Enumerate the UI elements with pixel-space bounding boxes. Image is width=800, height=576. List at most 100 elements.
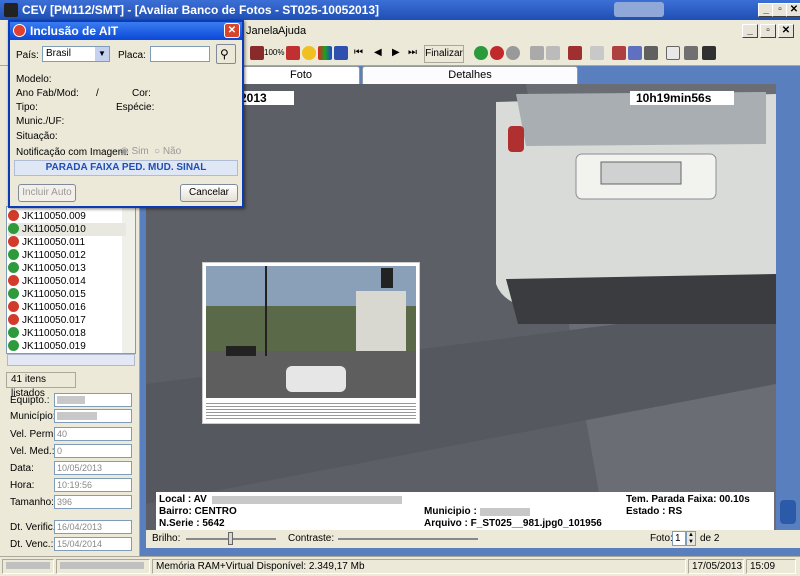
layout-icon[interactable] — [334, 46, 348, 60]
child-close-button[interactable]: ✕ — [778, 24, 794, 38]
velperm-label: Vel. Perm.: — [10, 429, 59, 440]
list-item[interactable]: JK110050.015 — [8, 288, 126, 301]
sum-icon[interactable] — [612, 46, 626, 60]
pais-select[interactable]: Brasil ▼ — [42, 46, 110, 62]
first-photo-icon[interactable]: ⏮ — [354, 47, 363, 58]
reject-status-icon — [8, 301, 19, 312]
print-icon[interactable] — [684, 46, 698, 60]
foto-spinner[interactable]: ▲ ▼ — [686, 531, 696, 546]
child-restore-button[interactable]: ▫ — [760, 24, 776, 38]
status-redacted-1 — [2, 559, 54, 574]
inclusao-ait-dialog: Inclusão de AIT ✕ País: Brasil ▼ Placa: … — [8, 20, 244, 208]
tools-icon[interactable] — [530, 46, 544, 60]
list-item[interactable]: JK110050.011 — [8, 236, 126, 249]
inset-photo — [202, 262, 420, 424]
preview-icon[interactable] — [666, 46, 680, 60]
pending-icon[interactable] — [506, 46, 520, 60]
munic-label: Munic./UF: — [16, 116, 65, 127]
zoom-label[interactable]: 100% — [264, 48, 284, 57]
title-center-widget[interactable] — [614, 2, 664, 17]
monitor-icon[interactable] — [250, 46, 264, 60]
hora-field: 10:19:56 — [54, 478, 132, 492]
info-nserie: N.Serie : 5642 — [159, 518, 225, 529]
tamanho-field: 396 — [54, 495, 132, 509]
list-item[interactable]: JK110050.017 — [8, 314, 126, 327]
filter-icon[interactable] — [286, 46, 300, 60]
incluir-auto-button[interactable]: Incluir Auto — [18, 184, 76, 202]
monitor-red-icon[interactable] — [568, 46, 582, 60]
foto-total: de 2 — [700, 533, 720, 544]
finalize-button[interactable]: Finalizar — [424, 45, 464, 63]
binoculars-icon[interactable] — [702, 46, 716, 60]
foto-field[interactable]: 1 — [672, 531, 686, 546]
contraste-label: Contraste: — [288, 533, 335, 544]
side-handle-icon[interactable] — [780, 500, 796, 524]
approve-status-icon — [8, 288, 19, 299]
hora-label: Hora: — [10, 480, 35, 491]
app-icon — [4, 3, 18, 17]
chevron-down-icon[interactable]: ▼ — [95, 47, 109, 61]
list-item[interactable]: JK110050.016 — [8, 301, 126, 314]
municipio-label: Município: — [10, 411, 56, 422]
prev-photo-icon[interactable]: ◀ — [374, 47, 382, 58]
list-item[interactable]: JK110050.012 — [8, 249, 126, 262]
status-bar: Memória RAM+Virtual Disponível: 2.349,17… — [0, 556, 800, 576]
inset-scene — [206, 266, 416, 398]
binoculars-small-icon[interactable] — [644, 46, 658, 60]
tab-detalhes[interactable]: Detalhes — [362, 66, 578, 84]
info-local-redacted — [212, 496, 402, 504]
reject-status-icon — [8, 210, 19, 221]
menu-ajuda[interactable]: Ajuda — [278, 25, 306, 37]
child-minimize-button[interactable]: _ — [742, 24, 758, 38]
color-icon[interactable] — [318, 46, 332, 60]
brilho-slider-thumb[interactable] — [228, 532, 233, 545]
info-tempo: Tem. Parada Faixa: 00.10s — [626, 494, 750, 505]
list-item-code: JK110050.017 — [22, 315, 86, 326]
placa-label: Placa: — [118, 50, 146, 61]
nao-radio[interactable]: ○ Não — [154, 146, 181, 157]
list-item[interactable]: JK110050.010 — [8, 223, 126, 236]
list-item[interactable]: JK110050.013 — [8, 262, 126, 275]
cancelar-button[interactable]: Cancelar — [180, 184, 238, 202]
list-item-code: JK110050.011 — [22, 237, 86, 248]
data-label: Data: — [10, 463, 34, 474]
time-overlay: 10h19min56s — [630, 91, 734, 105]
reject-icon[interactable] — [490, 46, 504, 60]
status-redacted-2 — [56, 559, 150, 574]
list-item-code: JK110050.010 — [22, 224, 86, 235]
tab-foto[interactable]: Foto — [242, 66, 360, 84]
last-photo-icon[interactable]: ⏭ — [408, 47, 417, 58]
list-item[interactable]: JK110050.009 — [8, 210, 126, 223]
list-item[interactable]: JK110050.018 — [8, 327, 126, 340]
list-item-code: JK110050.016 — [22, 302, 86, 313]
placa-input[interactable] — [150, 46, 210, 62]
info-arquivo: Arquivo : F_ST025__981.jpg0_101956 — [424, 518, 602, 529]
search-button[interactable]: ⚲ — [216, 44, 236, 64]
image-controls: Brilho: Contraste: Foto: 1 ▲ ▼ de 2 — [146, 530, 800, 548]
velperm-field: 40 — [54, 427, 132, 441]
close-button[interactable]: ✕ — [786, 3, 800, 17]
contraste-slider[interactable] — [338, 538, 478, 540]
list-item-code: JK110050.014 — [22, 276, 86, 287]
notif-label: Notificação com Imagem: — [16, 147, 129, 158]
text-icon[interactable] — [628, 46, 642, 60]
list-item[interactable]: JK110050.019 — [8, 340, 126, 353]
brightness-icon[interactable] — [302, 46, 316, 60]
disabled-icon[interactable] — [546, 46, 560, 60]
list-hscrollbar[interactable] — [7, 354, 135, 366]
reject-status-icon — [8, 314, 19, 325]
window-icon[interactable] — [590, 46, 604, 60]
municipio-field — [54, 409, 132, 423]
dialog-close-button[interactable]: ✕ — [224, 23, 240, 38]
tab-strip: Foto Detalhes — [242, 66, 782, 84]
list-item-code: JK110050.018 — [22, 328, 86, 339]
list-item[interactable]: JK110050.014 — [8, 275, 126, 288]
modelo-label: Modelo: — [16, 74, 52, 85]
approve-icon[interactable] — [474, 46, 488, 60]
window-title: CEV [PM112/SMT] - [Avaliar Banco de Foto… — [22, 3, 380, 17]
next-photo-icon[interactable]: ▶ — [392, 47, 400, 58]
menu-janela[interactable]: Janela — [246, 25, 278, 37]
search-icon: ⚲ — [220, 47, 229, 61]
sim-radio[interactable]: ◉ Sim — [120, 146, 149, 157]
dialog-title-bar: Inclusão de AIT ✕ — [10, 22, 242, 40]
